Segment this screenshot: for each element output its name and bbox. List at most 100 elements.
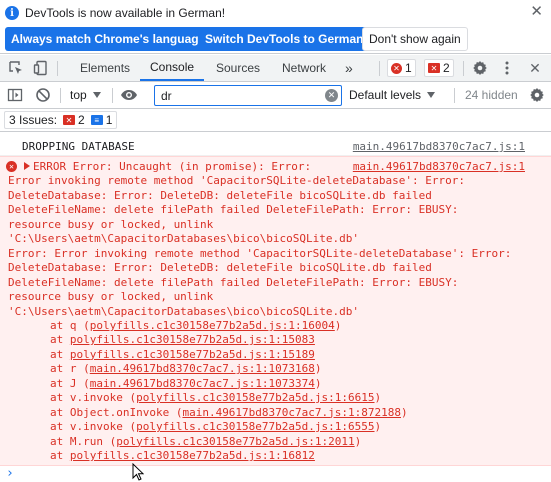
tab-sources[interactable]: Sources bbox=[206, 55, 270, 81]
toolbar-divider bbox=[57, 61, 58, 76]
stack-frame-link[interactable]: polyfills.c1c30158e77b2a5d.js:1:15189 bbox=[70, 348, 315, 361]
stack-frame-link[interactable]: polyfills.c1c30158e77b2a5d.js:1:16812 bbox=[70, 449, 315, 462]
tab-network[interactable]: Network bbox=[272, 55, 336, 81]
stack-frame: at polyfills.c1c30158e77b2a5d.js:1:16812 bbox=[50, 448, 315, 463]
stack-frame-link[interactable]: polyfills.c1c30158e77b2a5d.js:1:16004 bbox=[90, 319, 335, 332]
issues-button[interactable]: 3 Issues: ✕ 2 ≡ 1 bbox=[4, 111, 118, 129]
stack-frame-suffix: ) bbox=[401, 405, 408, 419]
settings-gear-icon[interactable] bbox=[471, 59, 489, 77]
error-text-line: resource busy or locked, unlink bbox=[8, 290, 214, 304]
chevron-down-icon bbox=[427, 92, 436, 98]
stack-frame: at J (main.49617bd8370c7ac7.js:1:1073374… bbox=[50, 376, 322, 391]
error-text-line: resource busy or locked, unlink bbox=[8, 217, 214, 231]
stack-frame-prefix: at Object.onInvoke ( bbox=[50, 405, 183, 419]
stack-frame-prefix: at r ( bbox=[50, 362, 90, 376]
console-log-message: DROPPING DATABASE main.49617bd8370c7ac7.… bbox=[0, 138, 551, 156]
log-levels-dropdown[interactable]: Default levels bbox=[349, 88, 436, 102]
error-text-line: Error invoking remote method 'CapacitorS… bbox=[8, 174, 465, 188]
stack-frame: at Object.onInvoke (main.49617bd8370c7ac… bbox=[50, 405, 408, 420]
issue-error-icon: ✕ bbox=[63, 115, 76, 125]
error-icon: ✕ bbox=[391, 62, 402, 74]
toolbar-divider bbox=[463, 61, 464, 76]
stack-frame-prefix: at v.invoke ( bbox=[50, 391, 137, 405]
tab-label: Elements bbox=[80, 61, 131, 75]
devtools-tabbar: Elements Console Sources Network » ✕ 1 ✕… bbox=[0, 55, 551, 82]
dont-show-again-button[interactable]: Don't show again bbox=[362, 27, 468, 51]
toolbar-divider bbox=[454, 88, 455, 103]
stack-frame-link[interactable]: polyfills.c1c30158e77b2a5d.js:1:15083 bbox=[70, 333, 315, 346]
inspect-element-icon[interactable] bbox=[7, 59, 25, 77]
stack-frame-suffix: ) bbox=[354, 434, 362, 448]
stack-frame-prefix: at J ( bbox=[50, 376, 90, 390]
clear-console-icon[interactable] bbox=[34, 86, 52, 104]
always-match-language-button[interactable]: Always match Chrome's language bbox=[5, 27, 212, 51]
error-count-badge[interactable]: ✕ 1 bbox=[387, 59, 416, 77]
filter-value: dr bbox=[161, 89, 172, 103]
stack-frame: at r (main.49617bd8370c7ac7.js:1:1073168… bbox=[50, 361, 322, 376]
issues-info-count: 1 bbox=[105, 113, 113, 127]
console-settings-gear-icon[interactable] bbox=[528, 86, 546, 104]
clear-filter-icon[interactable]: ✕ bbox=[325, 89, 338, 102]
context-selector[interactable]: top bbox=[70, 88, 101, 102]
infobar-message: DevTools is now available in German! bbox=[25, 6, 226, 20]
stack-frame: at v.invoke (polyfills.c1c30158e77b2a5d.… bbox=[50, 419, 381, 434]
stack-frame-suffix: ) bbox=[314, 376, 322, 390]
chevron-down-icon bbox=[92, 92, 101, 98]
stack-frame-suffix: ) bbox=[314, 362, 322, 376]
issue-info-icon: ≡ bbox=[90, 115, 103, 125]
stack-frame-link[interactable]: polyfills.c1c30158e77b2a5d.js:1:6615 bbox=[136, 391, 374, 404]
tab-elements[interactable]: Elements bbox=[70, 55, 140, 81]
console-toolbar: top dr ✕ Default levels 24 hidden bbox=[0, 82, 551, 109]
issues-error-count: 2 bbox=[78, 113, 85, 127]
expand-triangle-icon[interactable] bbox=[24, 162, 30, 170]
stack-frame-prefix: at v.invoke ( bbox=[50, 420, 137, 434]
stack-frame-link[interactable]: main.49617bd8370c7ac7.js:1:872188 bbox=[182, 406, 401, 419]
error-text-line: Error: Error invoking remote method 'Cap… bbox=[8, 246, 512, 260]
error-text-line: DeleteFileName: delete filePath failed D… bbox=[8, 203, 459, 217]
log-levels-value: Default levels bbox=[349, 88, 422, 102]
issues-count-badge[interactable]: ✕ 2 bbox=[424, 59, 454, 77]
mouse-cursor-icon bbox=[132, 462, 145, 482]
issue-error-icon: ✕ bbox=[428, 63, 440, 73]
stack-frame: at q (polyfills.c1c30158e77b2a5d.js:1:16… bbox=[50, 318, 341, 333]
stack-frame-prefix: at bbox=[50, 449, 70, 462]
console-filter-input[interactable]: dr ✕ bbox=[154, 85, 342, 106]
more-options-icon[interactable] bbox=[498, 59, 516, 77]
live-expression-eye-icon[interactable] bbox=[120, 86, 138, 104]
show-sidebar-icon[interactable] bbox=[6, 86, 24, 104]
stack-frame: at polyfills.c1c30158e77b2a5d.js:1:15189 bbox=[50, 347, 315, 362]
console-error-message: ✕ main.49617bd8370c7ac7.js:1 ERROR Error… bbox=[0, 156, 551, 481]
switch-to-german-button[interactable]: Switch DevTools to German bbox=[199, 27, 370, 51]
stack-frame: at polyfills.c1c30158e77b2a5d.js:1:15083 bbox=[50, 332, 315, 347]
toolbar-divider bbox=[379, 61, 380, 76]
error-text-line: 'C:\Users\aetm\CapacitorDatabases\bico\b… bbox=[8, 232, 359, 246]
info-icon: i bbox=[5, 6, 19, 20]
stack-frame-prefix: at M.run ( bbox=[50, 434, 117, 448]
tab-label: Console bbox=[150, 60, 195, 74]
console-prompt-icon[interactable]: › bbox=[6, 466, 14, 481]
error-source-link[interactable]: main.49617bd8370c7ac7.js:1 bbox=[353, 160, 525, 173]
stack-frame-link[interactable]: main.49617bd8370c7ac7.js:1:1073168 bbox=[90, 362, 315, 375]
error-text-line: DeleteDatabase: Error: DeleteDB: deleteF… bbox=[8, 261, 432, 275]
tab-label: Sources bbox=[216, 61, 261, 75]
stack-frame-link[interactable]: polyfills.c1c30158e77b2a5d.js:1:2011 bbox=[116, 435, 354, 448]
log-source-link[interactable]: main.49617bd8370c7ac7.js:1 bbox=[353, 140, 525, 153]
tab-label: Network bbox=[282, 61, 327, 75]
log-text: DROPPING DATABASE bbox=[22, 140, 135, 153]
stack-frame-link[interactable]: main.49617bd8370c7ac7.js:1:1073374 bbox=[90, 377, 315, 390]
close-devtools-icon[interactable]: ✕ bbox=[526, 59, 544, 77]
tab-console[interactable]: Console bbox=[140, 55, 205, 81]
error-count: 1 bbox=[405, 61, 412, 75]
issues-label: 3 Issues: bbox=[9, 113, 58, 127]
device-toolbar-icon[interactable] bbox=[32, 59, 50, 77]
stack-frame-suffix: ) bbox=[374, 391, 382, 405]
language-infobar: i DevTools is now available in German! ✕… bbox=[0, 0, 551, 54]
stack-frame-prefix: at bbox=[50, 333, 70, 347]
stack-frame-suffix: ) bbox=[334, 318, 342, 332]
close-infobar-icon[interactable]: ✕ bbox=[530, 4, 543, 20]
more-tabs-icon: » bbox=[345, 60, 353, 76]
toolbar-divider bbox=[60, 88, 61, 103]
error-text-line: DeleteDatabase: Error: DeleteDB: deleteF… bbox=[8, 188, 432, 202]
stack-frame-link[interactable]: polyfills.c1c30158e77b2a5d.js:1:6555 bbox=[136, 420, 374, 433]
more-tabs-button[interactable]: » bbox=[345, 55, 353, 81]
